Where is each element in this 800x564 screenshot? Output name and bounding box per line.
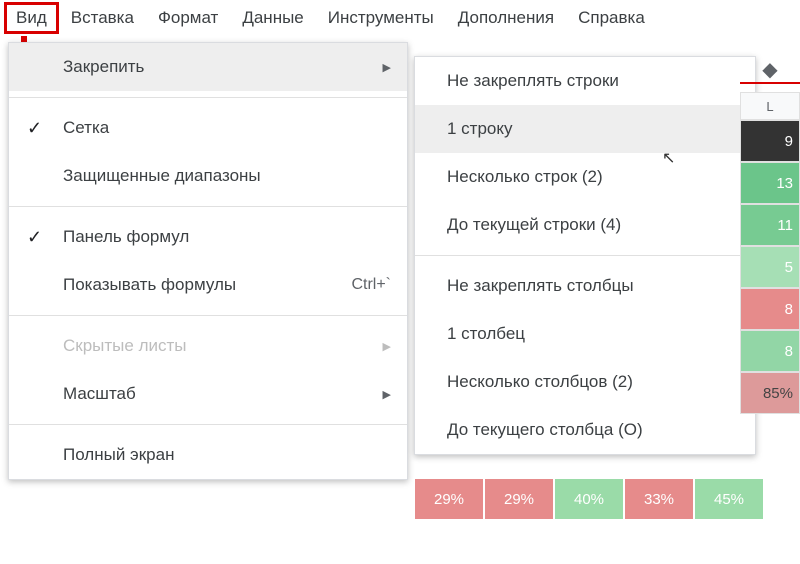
- menu-tools[interactable]: Инструменты: [316, 2, 446, 34]
- menu-item-label: 1 столбец: [447, 324, 739, 344]
- check-icon: ✓: [27, 118, 42, 139]
- menu-separator: [9, 206, 407, 207]
- cell[interactable]: 29%: [414, 478, 484, 520]
- menu-item-gridlines[interactable]: ✓ Сетка: [9, 104, 407, 152]
- menu-separator: [415, 255, 755, 256]
- menu-separator: [9, 315, 407, 316]
- sheet-column: ◆ L 9 13 11 5 8 8 85%: [740, 56, 800, 414]
- cell[interactable]: 11: [740, 204, 800, 246]
- freeze-up-to-row[interactable]: До текущей строки (4): [415, 201, 755, 249]
- submenu-arrow-icon: ▶: [383, 61, 391, 74]
- freeze-up-to-col[interactable]: До текущего столбца (O): [415, 406, 755, 454]
- cell[interactable]: 29%: [484, 478, 554, 520]
- menu-item-zoom[interactable]: Масштаб ▶: [9, 370, 407, 418]
- menu-view[interactable]: Вид: [4, 2, 59, 34]
- menu-item-formula-bar[interactable]: ✓ Панель формул: [9, 213, 407, 261]
- menu-item-label: До текущего столбца (O): [447, 420, 739, 440]
- freeze-no-rows[interactable]: Не закреплять строки: [415, 57, 755, 105]
- menu-item-shortcut: Ctrl+`: [351, 276, 391, 294]
- submenu-arrow-icon: ▶: [383, 388, 391, 401]
- cell[interactable]: 9: [740, 120, 800, 162]
- menu-item-label: Сетка: [63, 118, 391, 138]
- cell[interactable]: 45%: [694, 478, 764, 520]
- paint-format-icon[interactable]: ◆: [740, 56, 800, 84]
- menu-help[interactable]: Справка: [566, 2, 657, 34]
- menu-insert[interactable]: Вставка: [59, 2, 146, 34]
- menu-item-label: Защищенные диапазоны: [63, 166, 391, 186]
- sheet-row: 29% 29% 40% 33% 45%: [414, 478, 764, 520]
- cell[interactable]: 5: [740, 246, 800, 288]
- menu-separator: [9, 424, 407, 425]
- view-dropdown: Закрепить ▶ ✓ Сетка Защищенные диапазоны…: [8, 42, 408, 480]
- menu-item-label: Показывать формулы: [63, 275, 351, 295]
- menu-item-label: До текущей строки (4): [447, 215, 739, 235]
- cell[interactable]: 85%: [740, 372, 800, 414]
- freeze-1-row[interactable]: 1 строку: [415, 105, 755, 153]
- menu-format[interactable]: Формат: [146, 2, 230, 34]
- menu-separator: [9, 97, 407, 98]
- menu-item-label: Не закреплять строки: [447, 71, 739, 91]
- menu-item-label: Несколько строк (2): [447, 167, 739, 187]
- menu-item-hidden-sheets: Скрытые листы ▶: [9, 322, 407, 370]
- menu-item-label: Полный экран: [63, 445, 391, 465]
- menu-addons[interactable]: Дополнения: [446, 2, 566, 34]
- menu-item-label: Несколько столбцов (2): [447, 372, 739, 392]
- cell[interactable]: 8: [740, 288, 800, 330]
- freeze-several-rows[interactable]: Несколько строк (2): [415, 153, 755, 201]
- cell[interactable]: 13: [740, 162, 800, 204]
- submenu-arrow-icon: ▶: [383, 340, 391, 353]
- freeze-1-col[interactable]: 1 столбец: [415, 310, 755, 358]
- freeze-submenu: Не закреплять строки 1 строку Несколько …: [414, 56, 756, 455]
- cell[interactable]: 40%: [554, 478, 624, 520]
- menu-item-show-formulas[interactable]: Показывать формулы Ctrl+`: [9, 261, 407, 309]
- menu-item-protected-ranges[interactable]: Защищенные диапазоны: [9, 152, 407, 200]
- menu-item-freeze[interactable]: Закрепить ▶: [9, 43, 407, 91]
- freeze-several-cols[interactable]: Несколько столбцов (2): [415, 358, 755, 406]
- menu-item-label: Не закреплять столбцы: [447, 276, 739, 296]
- cell[interactable]: 8: [740, 330, 800, 372]
- menu-item-label: Масштаб: [63, 384, 383, 404]
- freeze-no-cols[interactable]: Не закреплять столбцы: [415, 262, 755, 310]
- column-header[interactable]: L: [740, 92, 800, 120]
- menu-item-label: Скрытые листы: [63, 336, 383, 356]
- menu-data[interactable]: Данные: [230, 2, 315, 34]
- menu-item-label: Закрепить: [63, 57, 383, 77]
- check-icon: ✓: [27, 227, 42, 248]
- menu-item-label: Панель формул: [63, 227, 391, 247]
- menubar: Вид Вставка Формат Данные Инструменты До…: [0, 0, 800, 36]
- menu-item-fullscreen[interactable]: Полный экран: [9, 431, 407, 479]
- menu-item-label: 1 строку: [447, 119, 739, 139]
- cell[interactable]: 33%: [624, 478, 694, 520]
